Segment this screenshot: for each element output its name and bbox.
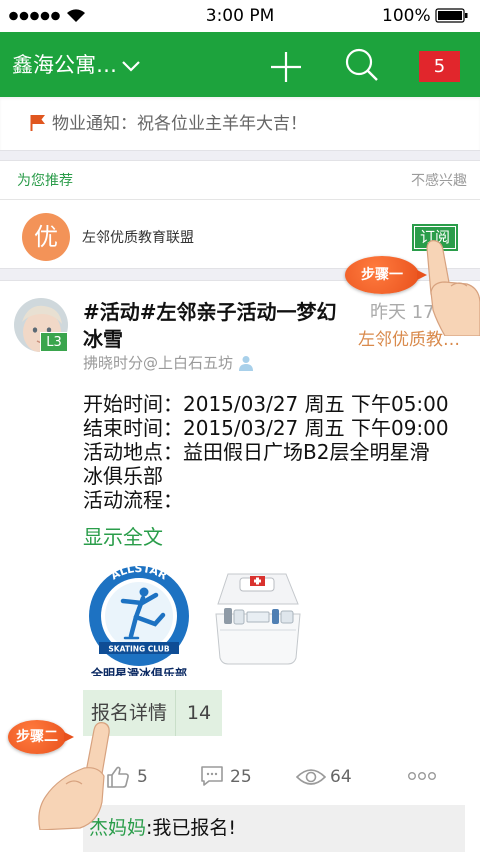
section-divider	[0, 150, 480, 161]
logo-band-text: SKATING CLUB	[108, 645, 169, 654]
post-body: 开始时间：2015/03/27 周五 下午05:00 结束时间：2015/03/…	[83, 392, 449, 512]
signup-count: 14	[186, 702, 212, 724]
message-count-badge[interactable]: 5	[419, 51, 460, 82]
post-image-skating-logo[interactable]: ALLSTAR SKATING CLUB 全明星滑冰俱乐部	[83, 564, 195, 676]
not-interested-link[interactable]: 不感兴趣	[411, 171, 467, 191]
battery-percent: 100%	[382, 6, 431, 26]
comment-icon[interactable]	[200, 765, 224, 787]
divider	[0, 199, 480, 200]
app-header: 鑫海公寓… 5	[0, 32, 480, 97]
search-icon[interactable]	[345, 48, 379, 82]
post-group-name[interactable]: 左邻优质教…	[358, 329, 470, 351]
plus-icon[interactable]	[270, 51, 302, 83]
event-start-time: 开始时间：2015/03/27 周五 下午05:00	[83, 392, 449, 416]
comment-text: :我已报名!	[146, 817, 237, 839]
like-count: 5	[137, 767, 148, 787]
recommend-name[interactable]: 左邻优质教育联盟	[82, 228, 194, 248]
tutorial-step-two: 步骤二	[8, 720, 74, 754]
person-icon	[239, 356, 254, 371]
notice-text: 物业通知：祝各位业主羊年大吉！	[52, 114, 307, 134]
logo-bottom-text: 全明星滑冰俱乐部	[90, 666, 187, 676]
more-icon[interactable]	[408, 771, 436, 781]
flag-icon	[30, 115, 45, 131]
event-end-time: 结束时间：2015/03/27 周五 下午09:00	[83, 416, 449, 440]
status-bar: 3:00 PM 100%	[0, 0, 480, 32]
post-author: 拂晓时分@上白石五坊	[83, 354, 234, 372]
event-location: 活动地点：益田假日广场B2层全明星滑冰俱乐部	[83, 440, 430, 488]
pointing-hand-icon	[426, 240, 480, 336]
eye-icon	[296, 769, 326, 785]
event-agenda: 活动流程：	[83, 488, 183, 512]
recommend-heading: 为您推荐	[17, 173, 73, 189]
user-level-badge: L3	[40, 332, 68, 352]
view-count: 64	[330, 767, 352, 787]
comment-preview[interactable]: 杰妈妈:我已报名!	[83, 805, 465, 852]
community-selector[interactable]: 鑫海公寓…	[12, 50, 117, 80]
post-image-first-aid-box[interactable]	[214, 568, 302, 668]
battery-icon	[435, 8, 468, 23]
chevron-down-icon[interactable]	[121, 60, 141, 72]
recommend-avatar[interactable]: 优	[22, 213, 70, 261]
post-author-line[interactable]: 拂晓时分@上白石五坊	[83, 352, 254, 374]
tutorial-step-one: 步骤一	[345, 256, 427, 294]
property-notice-bar[interactable]: 物业通知：祝各位业主羊年大吉！	[0, 97, 480, 150]
comment-count: 25	[230, 767, 252, 787]
post-title[interactable]: #活动#左邻亲子活动一梦幻冰雪	[83, 299, 341, 353]
show-full-text-link[interactable]: 显示全文	[83, 525, 163, 549]
